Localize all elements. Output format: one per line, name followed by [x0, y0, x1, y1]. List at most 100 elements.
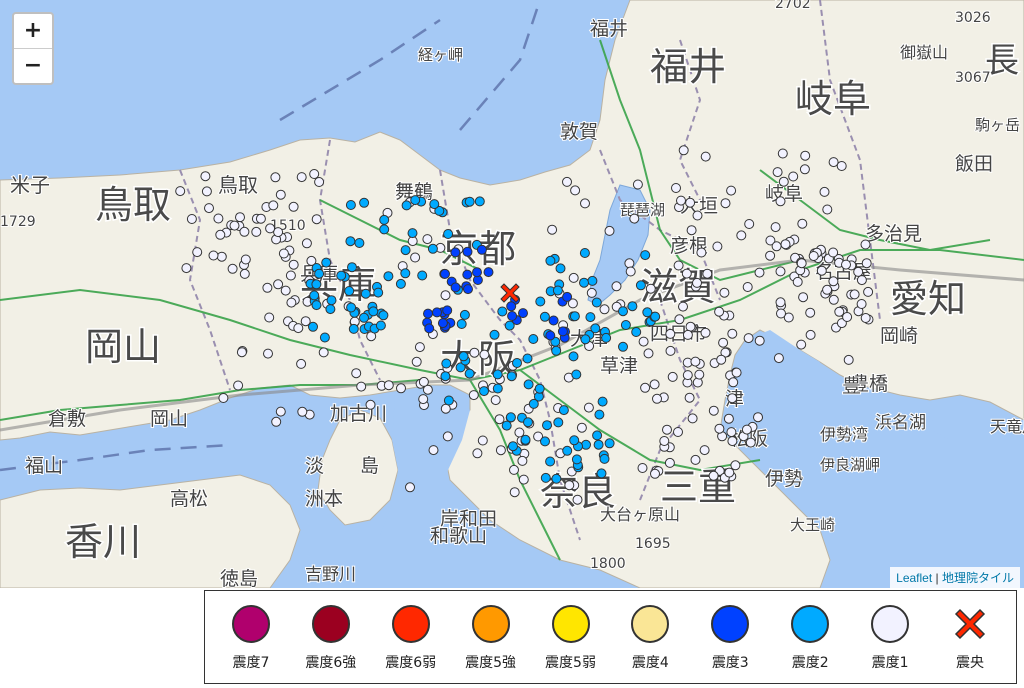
intensity-station-marker[interactable]	[743, 333, 754, 344]
leaflet-link[interactable]: Leaflet	[896, 571, 932, 585]
intensity-station-marker[interactable]	[571, 454, 582, 465]
intensity-station-marker[interactable]	[216, 251, 227, 262]
intensity-station-marker[interactable]	[440, 268, 450, 279]
intensity-station-marker[interactable]	[773, 353, 784, 364]
intensity-station-marker[interactable]	[506, 301, 517, 312]
intensity-station-marker[interactable]	[359, 312, 369, 323]
intensity-station-marker[interactable]	[696, 247, 707, 258]
intensity-station-marker[interactable]	[365, 399, 376, 410]
intensity-station-marker[interactable]	[441, 358, 452, 369]
intensity-station-marker[interactable]	[492, 383, 503, 394]
intensity-station-marker[interactable]	[263, 348, 273, 359]
intensity-station-marker[interactable]	[856, 275, 867, 286]
intensity-station-marker[interactable]	[424, 323, 435, 334]
intensity-station-marker[interactable]	[673, 260, 684, 271]
intensity-station-marker[interactable]	[545, 330, 556, 341]
intensity-station-marker[interactable]	[428, 445, 439, 456]
intensity-station-marker[interactable]	[618, 306, 628, 317]
intensity-station-marker[interactable]	[772, 167, 783, 178]
intensity-station-marker[interactable]	[778, 176, 789, 187]
intensity-station-marker[interactable]	[629, 213, 640, 224]
zoom-out-button[interactable]: −	[14, 48, 52, 83]
intensity-station-marker[interactable]	[200, 171, 211, 182]
intensity-station-marker[interactable]	[562, 291, 573, 302]
intensity-station-marker[interactable]	[411, 356, 422, 367]
intensity-station-marker[interactable]	[383, 271, 394, 282]
intensity-station-marker[interactable]	[545, 255, 556, 266]
intensity-station-marker[interactable]	[726, 427, 737, 438]
intensity-station-marker[interactable]	[479, 386, 489, 397]
intensity-station-marker[interactable]	[708, 470, 719, 481]
intensity-station-marker[interactable]	[373, 287, 384, 298]
intensity-station-marker[interactable]	[514, 427, 525, 438]
intensity-station-marker[interactable]	[593, 439, 604, 450]
intensity-station-marker[interactable]	[308, 321, 318, 332]
intensity-station-marker[interactable]	[440, 403, 451, 414]
intensity-station-marker[interactable]	[410, 252, 421, 263]
intensity-station-marker[interactable]	[492, 369, 503, 380]
intensity-station-marker[interactable]	[671, 183, 681, 193]
intensity-station-marker[interactable]	[775, 196, 786, 207]
intensity-station-marker[interactable]	[692, 277, 702, 288]
intensity-station-marker[interactable]	[479, 349, 490, 360]
intensity-station-marker[interactable]	[557, 326, 568, 337]
intensity-station-marker[interactable]	[459, 309, 470, 320]
intensity-station-marker[interactable]	[192, 247, 203, 258]
intensity-station-marker[interactable]	[624, 258, 635, 269]
intensity-station-marker[interactable]	[418, 376, 429, 387]
intensity-station-marker[interactable]	[753, 412, 763, 423]
intensity-station-marker[interactable]	[580, 334, 591, 345]
intensity-station-marker[interactable]	[604, 438, 615, 449]
intensity-station-marker[interactable]	[708, 405, 719, 416]
intensity-station-marker[interactable]	[592, 430, 603, 441]
intensity-station-marker[interactable]	[278, 248, 289, 259]
intensity-station-marker[interactable]	[724, 467, 735, 478]
intensity-station-marker[interactable]	[686, 225, 697, 236]
intensity-station-marker[interactable]	[681, 268, 692, 279]
intensity-station-marker[interactable]	[676, 195, 686, 206]
intensity-station-marker[interactable]	[856, 299, 867, 309]
intensity-station-marker[interactable]	[780, 239, 791, 250]
intensity-station-marker[interactable]	[345, 236, 356, 247]
intensity-station-marker[interactable]	[836, 161, 847, 171]
intensity-station-marker[interactable]	[583, 402, 594, 413]
intensity-station-marker[interactable]	[678, 145, 689, 156]
intensity-station-marker[interactable]	[585, 312, 596, 323]
intensity-station-marker[interactable]	[552, 285, 563, 296]
intensity-station-marker[interactable]	[463, 284, 473, 295]
intensity-station-marker[interactable]	[645, 283, 656, 294]
intensity-station-marker[interactable]	[375, 320, 386, 331]
intensity-station-marker[interactable]	[723, 413, 734, 424]
intensity-station-marker[interactable]	[667, 371, 678, 382]
intensity-station-marker[interactable]	[240, 254, 251, 265]
intensity-station-marker[interactable]	[796, 339, 807, 350]
intensity-station-marker[interactable]	[440, 290, 451, 301]
intensity-station-marker[interactable]	[822, 204, 833, 215]
intensity-station-marker[interactable]	[497, 306, 508, 317]
intensity-station-marker[interactable]	[742, 282, 753, 292]
intensity-station-marker[interactable]	[726, 185, 737, 196]
intensity-station-marker[interactable]	[581, 439, 591, 450]
intensity-station-marker[interactable]	[564, 480, 575, 491]
intensity-station-marker[interactable]	[700, 327, 711, 338]
intensity-station-marker[interactable]	[400, 268, 411, 279]
intensity-station-marker[interactable]	[229, 220, 240, 231]
intensity-station-marker[interactable]	[635, 280, 646, 291]
intensity-station-marker[interactable]	[523, 379, 534, 390]
intensity-station-marker[interactable]	[321, 257, 332, 268]
intensity-station-marker[interactable]	[539, 311, 550, 322]
intensity-station-marker[interactable]	[652, 393, 662, 404]
intensity-station-marker[interactable]	[368, 306, 379, 317]
intensity-station-marker[interactable]	[714, 306, 725, 317]
intensity-station-marker[interactable]	[684, 392, 695, 403]
intensity-station-marker[interactable]	[325, 304, 336, 315]
intensity-station-marker[interactable]	[288, 259, 299, 270]
intensity-station-marker[interactable]	[175, 186, 186, 197]
intensity-station-marker[interactable]	[625, 266, 636, 277]
intensity-station-marker[interactable]	[834, 306, 845, 317]
intensity-station-marker[interactable]	[442, 431, 453, 442]
intensity-station-marker[interactable]	[828, 294, 839, 305]
intensity-station-marker[interactable]	[522, 353, 533, 364]
intensity-station-marker[interactable]	[344, 286, 355, 296]
intensity-station-marker[interactable]	[181, 263, 192, 274]
